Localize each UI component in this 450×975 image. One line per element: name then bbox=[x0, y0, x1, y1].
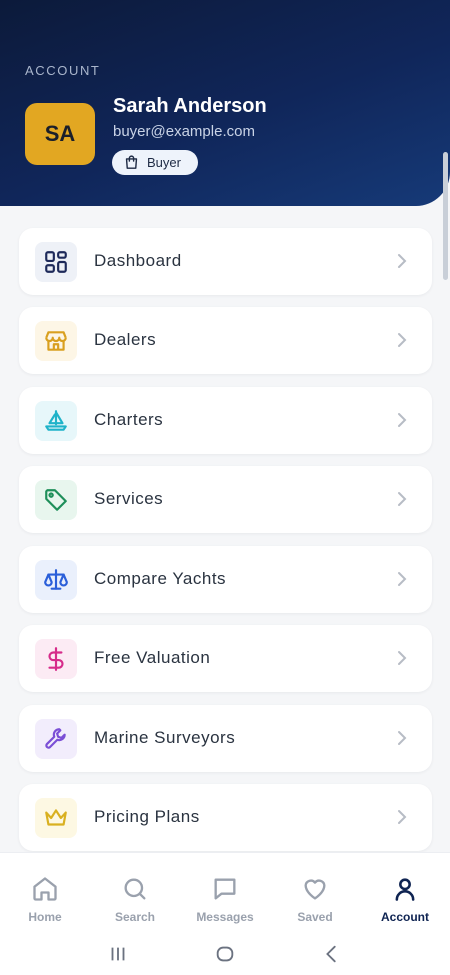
nav-item-account[interactable]: Account bbox=[360, 853, 450, 932]
dashboard-grid-icon bbox=[35, 242, 77, 282]
menu-item-dashboard[interactable]: Dashboard bbox=[19, 228, 432, 295]
menu-item-label: Dealers bbox=[94, 330, 157, 349]
dollar-icon bbox=[35, 639, 77, 679]
user-icon bbox=[395, 878, 415, 901]
recent-apps-icon[interactable] bbox=[107, 943, 129, 965]
nav-label: Search bbox=[114, 910, 156, 924]
chevron-right-icon bbox=[398, 731, 407, 745]
menu-item-marine-surveyors[interactable]: Marine Surveyors bbox=[19, 705, 432, 772]
scale-icon bbox=[35, 560, 77, 600]
role-badge-label: Buyer bbox=[147, 155, 181, 170]
chevron-right-icon bbox=[398, 413, 407, 427]
chevron-right-icon bbox=[398, 492, 407, 506]
back-icon[interactable] bbox=[321, 943, 343, 965]
nav-label: Account bbox=[381, 910, 429, 924]
nav-label: Messages bbox=[196, 910, 254, 924]
chevron-right-icon bbox=[398, 810, 407, 824]
heart-icon bbox=[304, 879, 326, 900]
system-navigation-bar bbox=[0, 932, 450, 975]
sailboat-icon bbox=[35, 401, 77, 441]
menu-item-charters[interactable]: Charters bbox=[19, 387, 432, 454]
menu-item-label: Free Valuation bbox=[94, 648, 211, 667]
menu-item-label: Pricing Plans bbox=[94, 807, 200, 826]
user-email: buyer@example.com bbox=[113, 123, 255, 140]
menu-item-label: Marine Surveyors bbox=[94, 728, 236, 747]
chat-icon bbox=[214, 878, 236, 900]
section-label: ACCOUNT bbox=[25, 63, 101, 78]
chevron-right-icon bbox=[398, 333, 407, 347]
store-icon bbox=[35, 321, 77, 361]
nav-item-saved[interactable]: Saved bbox=[270, 853, 360, 932]
user-name: Sarah Anderson bbox=[113, 95, 267, 117]
menu-item-label: Dashboard bbox=[94, 251, 182, 270]
menu-item-dealers[interactable]: Dealers bbox=[19, 307, 432, 374]
menu-item-pricing-plans[interactable]: Pricing Plans bbox=[19, 784, 432, 851]
nav-label: Saved bbox=[297, 910, 333, 924]
avatar[interactable]: SA bbox=[25, 103, 95, 165]
bottom-nav: Home Search Messages Saved Account bbox=[0, 852, 450, 932]
nav-item-home[interactable]: Home bbox=[0, 853, 90, 932]
nav-label: Home bbox=[28, 910, 62, 924]
search-icon bbox=[124, 878, 146, 900]
menu-item-compare-yachts[interactable]: Compare Yachts bbox=[19, 546, 432, 613]
nav-item-search[interactable]: Search bbox=[90, 853, 180, 932]
home-button-icon[interactable] bbox=[214, 943, 236, 965]
tag-icon bbox=[35, 480, 77, 520]
scrollbar[interactable] bbox=[443, 152, 448, 280]
crown-icon bbox=[35, 798, 77, 838]
menu-item-free-valuation[interactable]: Free Valuation bbox=[19, 625, 432, 692]
menu-item-label: Charters bbox=[94, 410, 164, 429]
menu-item-label: Services bbox=[94, 489, 164, 508]
menu-item-services[interactable]: Services bbox=[19, 466, 432, 533]
nav-item-messages[interactable]: Messages bbox=[180, 853, 270, 932]
chevron-right-icon bbox=[398, 254, 407, 268]
wrench-icon bbox=[35, 719, 77, 759]
chevron-right-icon bbox=[398, 572, 407, 586]
shopping-bag-icon bbox=[125, 155, 138, 169]
account-header: ACCOUNT SA Sarah Anderson buyer@example.… bbox=[0, 0, 450, 206]
chevron-right-icon bbox=[398, 651, 407, 665]
role-badge: Buyer bbox=[112, 150, 198, 175]
menu-item-label: Compare Yachts bbox=[94, 569, 227, 588]
home-icon bbox=[33, 877, 57, 901]
